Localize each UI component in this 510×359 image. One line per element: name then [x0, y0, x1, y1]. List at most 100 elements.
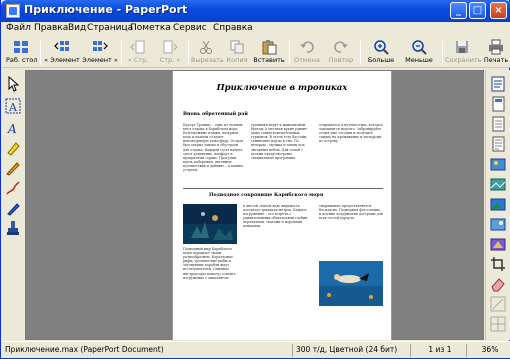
next-item-label: Элемент » [82, 56, 118, 64]
save-label: Сохранить [445, 56, 482, 64]
diver-photo [319, 261, 383, 306]
undo-icon [300, 41, 314, 53]
marker-icon[interactable] [5, 200, 21, 216]
picture-icon[interactable] [490, 196, 506, 212]
redo-icon [334, 41, 348, 53]
stamp-icon[interactable] [5, 220, 21, 236]
maximize-button[interactable]: □ [469, 2, 486, 19]
copy-button[interactable]: Копия [225, 38, 249, 67]
document-viewer[interactable]: Приключение в тропиках Вновь обретенный … [25, 70, 484, 340]
prev-page-icon [130, 40, 145, 54]
paste-label: Вставить [253, 56, 285, 64]
underwater-photo [183, 204, 237, 244]
text-column: тропинки ведут к живописным бухтам, а ме… [251, 123, 308, 160]
text-column: Подводный мир Карибского моря поражает с… [183, 247, 236, 280]
redo-button[interactable]: Повтор [326, 38, 356, 67]
status-pages: 1 из 1 [410, 344, 466, 357]
desktop-button[interactable]: Раб. стол [6, 38, 38, 67]
photo-adjust-icon[interactable] [490, 156, 506, 172]
prev-item-button[interactable]: « Элемент [44, 38, 80, 67]
text-page-icon[interactable] [490, 136, 506, 152]
cut-button[interactable]: Вырезать [191, 38, 224, 67]
photo-enhance-icon[interactable] [490, 176, 506, 192]
prev-page-button[interactable]: « Стр. [124, 38, 152, 67]
status-zoom: 36% [466, 344, 510, 357]
text-column: снаряжение предоставляется бесплатно. По… [319, 204, 383, 221]
next-item-button[interactable]: Элемент » [82, 38, 118, 67]
arrow-pointer-icon[interactable] [5, 76, 21, 92]
divider [183, 188, 383, 189]
document-section-1: Вновь обретенный рай [183, 111, 248, 117]
color-adjust-icon[interactable] [490, 236, 506, 252]
paste-icon [262, 40, 277, 55]
app-icon [6, 4, 20, 18]
text-tool-icon[interactable]: A [5, 120, 21, 136]
text-column: отправьтесь в путешествие, которое запом… [319, 123, 383, 144]
straighten-icon[interactable] [490, 296, 506, 312]
minimize-button[interactable]: _ [450, 2, 467, 19]
copy-label: Копия [226, 56, 248, 64]
svg-text:A: A [7, 122, 17, 136]
menu-edit[interactable]: Правка [34, 23, 68, 33]
image-icon[interactable] [490, 216, 506, 232]
menu-page[interactable]: Страница [87, 23, 133, 33]
status-file: Приключение.max (PaperPort Document) [5, 345, 164, 354]
undo-button[interactable]: Отмена [292, 38, 322, 67]
floppy-icon [456, 41, 468, 53]
print-label: Печать [483, 56, 509, 64]
window-title: Приключение - PaperPort [24, 3, 188, 16]
prev-item-icon [54, 41, 69, 51]
annotation-toolbar: A A [2, 70, 24, 340]
zoom-out-label: Меньше [405, 56, 433, 64]
text-column: в чистой теплой воде видимость достигает… [243, 204, 309, 229]
print-button[interactable]: Печать [482, 38, 510, 67]
zoom-out-icon [412, 40, 427, 55]
svg-text:A: A [8, 101, 18, 114]
paste-button[interactable]: Вставить [253, 38, 285, 67]
crop-icon[interactable] [490, 256, 506, 272]
grid-icon[interactable] [490, 316, 506, 332]
save-button[interactable]: Сохранить [445, 38, 482, 67]
desktop-label: Раб. стол [6, 56, 38, 64]
printer-icon [489, 39, 503, 55]
text-select-icon[interactable]: A [5, 98, 21, 114]
next-page-icon [163, 40, 178, 54]
freehand-icon[interactable] [5, 180, 21, 196]
document-heading: Приключение в тропиках [216, 83, 348, 93]
thumbnail-view-icon[interactable] [490, 96, 506, 112]
status-bar: Приключение.max (PaperPort Document) 300… [2, 341, 510, 358]
title-bar[interactable]: Приключение - PaperPort _ □ × [1, 0, 510, 22]
next-page-label: Стр. » [159, 56, 181, 64]
toolbar: Раб. стол « Элемент Элемент » « Стр. Стр… [2, 37, 510, 68]
menu-view[interactable]: Вид [68, 23, 86, 33]
copy-icon [230, 40, 244, 54]
menu-help[interactable]: Справка [213, 23, 253, 33]
document-section-2: Подводное сокровище Карибского моря [209, 192, 324, 198]
document-page: Приключение в тропиках Вновь обретенный … [172, 71, 392, 340]
cut-label: Вырезать [191, 56, 224, 64]
close-button[interactable]: × [490, 2, 507, 19]
zoom-in-label: Больше [367, 56, 395, 64]
next-page-button[interactable]: Стр. » [156, 38, 184, 67]
paperport-window: Приключение - PaperPort _ □ × Файл Правк… [0, 0, 510, 359]
thumbnail-toolbar [485, 70, 510, 340]
menu-file[interactable]: Файл [6, 23, 31, 33]
menu-tools[interactable]: Сервис [173, 23, 207, 33]
menu-bar: Файл Правка Вид Страница Пометка Сервис … [2, 22, 510, 37]
document-icon[interactable] [490, 116, 506, 132]
redo-label: Повтор [328, 56, 354, 64]
zoom-out-button[interactable]: Меньше [400, 38, 438, 67]
prev-item-label: « Элемент [44, 56, 80, 64]
highlighter-icon[interactable] [5, 140, 21, 156]
zoom-in-button[interactable]: Больше [365, 38, 397, 67]
next-item-icon [93, 41, 108, 51]
prev-page-label: « Стр. [127, 56, 149, 64]
text-column: Курорт Тропикс – одно из лучших мест отд… [183, 123, 243, 173]
pen-icon[interactable] [5, 160, 21, 176]
zoom-in-icon [374, 40, 389, 55]
eraser-icon[interactable] [490, 276, 506, 292]
menu-markup[interactable]: Пометка [130, 23, 171, 33]
status-resolution: 300 т/д, Цветной (24 бит) [292, 344, 410, 357]
undo-label: Отмена [293, 56, 321, 64]
page-view-icon[interactable] [490, 76, 506, 92]
